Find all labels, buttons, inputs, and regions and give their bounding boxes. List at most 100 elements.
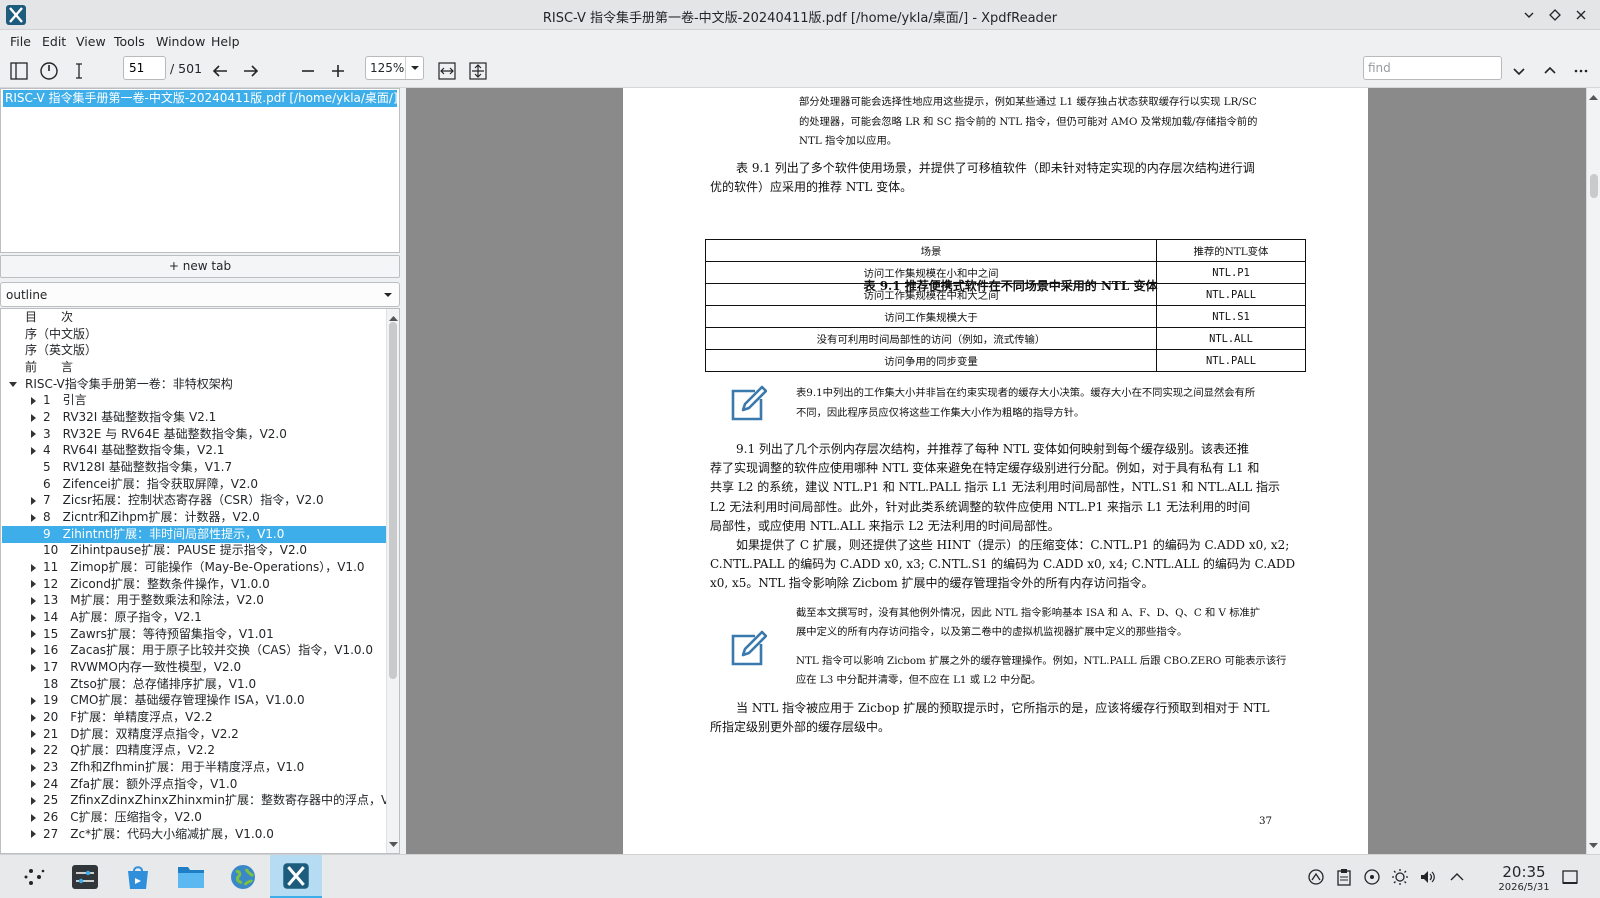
fit-width-icon[interactable] [434, 58, 460, 84]
collapsed-arrow-icon[interactable] [28, 609, 38, 626]
collapsed-arrow-icon[interactable] [28, 792, 38, 809]
collapsed-arrow-icon[interactable] [28, 809, 38, 826]
outline-item[interactable]: 2 RV32I 基础整数指令集 V2.1 [2, 409, 387, 426]
outline-item[interactable]: 23 Zfh和Zfhmin扩展：用于半精度浮点，V1.0 [2, 759, 387, 776]
collapsed-arrow-icon[interactable] [28, 509, 38, 526]
outline-item[interactable]: 19 CMO扩展：基础缓存管理操作 ISA，V1.0.0 [2, 692, 387, 709]
collapsed-arrow-icon[interactable] [28, 492, 38, 509]
outline-item[interactable]: 目 次 [2, 309, 387, 326]
outline-item[interactable]: 15 Zawrs扩展：等待预留集指令，V1.01 [2, 626, 387, 643]
menu-tools[interactable]: Tools [114, 34, 145, 49]
app-launcher-icon[interactable] [9, 855, 61, 898]
minimize-icon[interactable] [1520, 6, 1538, 24]
outline-item[interactable]: 25 ZfinxZdinxZhinxZhinxmin扩展：整数寄存器中的浮点，V… [2, 792, 399, 809]
file-manager-icon[interactable] [165, 855, 217, 898]
outline-item[interactable]: 1 引言 [2, 392, 387, 409]
outline-item[interactable]: 12 Zicond扩展：整数条件操作，V1.0.0 [2, 576, 387, 593]
network-icon[interactable] [1306, 867, 1326, 887]
toggle-sidebar-icon[interactable] [6, 58, 32, 84]
viewer-scroll-thumb[interactable] [1590, 174, 1598, 198]
discover-store-icon[interactable] [112, 855, 164, 898]
clock-date[interactable]: 2026/5/31 [1489, 882, 1559, 893]
menu-file[interactable]: File [10, 34, 31, 49]
collapsed-arrow-icon[interactable] [28, 642, 38, 659]
collapsed-arrow-icon[interactable] [28, 576, 38, 593]
chevron-up-icon[interactable] [1447, 867, 1467, 887]
outline-item[interactable]: 序（英文版） [2, 342, 387, 359]
outline-item[interactable]: 17 RVWMO内存一致性模型，V2.0 [2, 659, 387, 676]
outline-item[interactable]: 前 言 [2, 359, 387, 376]
menu-edit[interactable]: Edit [42, 34, 66, 49]
collapsed-arrow-icon[interactable] [28, 592, 38, 609]
outline-item[interactable]: 7 Zicsr拓展：控制状态寄存器（CSR）指令，V2.0 [2, 492, 387, 509]
tab-entry[interactable]: RISC-V 指令集手册第一卷-中文版-20240411版.pdf [/home… [3, 90, 397, 107]
text-select-icon[interactable] [66, 58, 92, 84]
pan-tool-icon[interactable] [36, 58, 62, 84]
outline-item[interactable]: 26 C扩展：压缩指令，V2.0 [2, 809, 387, 826]
collapsed-arrow-icon[interactable] [28, 776, 38, 793]
outline-item[interactable]: RISC-V指令集手册第一卷：非特权架构 [2, 376, 387, 393]
system-settings-icon[interactable] [59, 855, 111, 898]
chevron-down-icon[interactable] [405, 57, 423, 79]
collapsed-arrow-icon[interactable] [28, 626, 38, 643]
clock-time[interactable]: 20:35 [1489, 863, 1559, 881]
collapsed-arrow-icon[interactable] [28, 692, 38, 709]
page-number-input[interactable] [123, 56, 166, 80]
menu-help[interactable]: Help [211, 34, 240, 49]
expanded-arrow-icon[interactable] [8, 376, 18, 393]
forward-arrow-icon[interactable] [238, 58, 264, 84]
collapsed-arrow-icon[interactable] [28, 559, 38, 576]
outline-item[interactable]: 序（中文版） [2, 326, 387, 343]
close-icon[interactable] [1572, 6, 1590, 24]
outline-item[interactable]: 20 F扩展：单精度浮点，V2.2 [2, 709, 387, 726]
collapsed-arrow-icon[interactable] [28, 759, 38, 776]
zoom-select[interactable]: 125% [365, 56, 424, 80]
back-arrow-icon[interactable] [207, 58, 233, 84]
find-next-icon[interactable] [1506, 58, 1532, 84]
scroll-down-icon[interactable] [1589, 838, 1598, 852]
outline-item[interactable]: 13 M扩展：用于整数乘法和除法，V2.0 [2, 592, 387, 609]
brightness-icon[interactable] [1390, 867, 1410, 887]
find-previous-icon[interactable] [1537, 58, 1563, 84]
web-browser-icon[interactable] [217, 855, 269, 898]
new-tab-button[interactable]: + new tab [0, 255, 400, 278]
outline-item[interactable]: 9 Zihintntl扩展：非时间局部性提示，V1.0 [2, 525, 387, 543]
viewer-scrollbar[interactable] [1586, 88, 1600, 854]
outline-item[interactable]: 18 Ztso扩展：总存储排序扩展，V1.0 [2, 676, 387, 693]
collapsed-arrow-icon[interactable] [28, 409, 38, 426]
collapsed-arrow-icon[interactable] [28, 442, 38, 459]
outline-item[interactable]: 21 D扩展：双精度浮点指令，V2.2 [2, 726, 387, 743]
outline-selector[interactable]: outline [0, 282, 400, 307]
fit-page-icon[interactable] [465, 58, 491, 84]
outline-item[interactable]: 22 Q扩展：四精度浮点，V2.2 [2, 742, 387, 759]
volume-icon[interactable] [1418, 867, 1438, 887]
outline-scroll-thumb[interactable] [389, 322, 397, 679]
scroll-up-icon[interactable] [1589, 90, 1598, 104]
zoom-in-icon[interactable] [325, 58, 351, 84]
outline-item[interactable]: 5 RV128I 基础整数指令集，V1.7 [2, 459, 387, 476]
zoom-out-icon[interactable] [295, 58, 321, 84]
collapsed-arrow-icon[interactable] [28, 659, 38, 676]
clipboard-icon[interactable] [1334, 867, 1354, 887]
scroll-down-icon[interactable] [389, 837, 398, 851]
outline-item[interactable]: 24 Zfa扩展：额外浮点指令，V1.0 [2, 776, 387, 793]
more-options-icon[interactable] [1568, 58, 1594, 84]
maximize-icon[interactable] [1546, 6, 1564, 24]
outline-item[interactable]: 8 Zicntr和Zihpm扩展：计数器，V2.0 [2, 509, 387, 526]
outline-item[interactable]: 3 RV32E 与 RV64E 基础整数指令集，V2.0 [2, 426, 387, 443]
outline-item[interactable]: 10 Zihintpause扩展：PAUSE 提示指令，V2.0 [2, 542, 387, 559]
collapsed-arrow-icon[interactable] [28, 726, 38, 743]
power-profile-icon[interactable] [1362, 867, 1382, 887]
outline-item[interactable]: 4 RV64I 基础整数指令集，V2.1 [2, 442, 387, 459]
menu-window[interactable]: Window [156, 34, 205, 49]
show-desktop-icon[interactable] [1560, 867, 1580, 887]
outline-item[interactable]: 14 A扩展：原子指令，V2.1 [2, 609, 387, 626]
xpdf-task-icon[interactable] [270, 855, 322, 898]
menu-view[interactable]: View [76, 34, 106, 49]
collapsed-arrow-icon[interactable] [28, 709, 38, 726]
collapsed-arrow-icon[interactable] [28, 742, 38, 759]
collapsed-arrow-icon[interactable] [28, 826, 38, 843]
outline-item[interactable]: 27 Zc*扩展：代码大小缩减扩展，V1.0.0 [2, 826, 387, 843]
outline-item[interactable]: 16 Zacas扩展：用于原子比较并交换（CAS）指令，V1.0.0 [2, 642, 387, 659]
outline-scrollbar[interactable] [386, 309, 399, 853]
